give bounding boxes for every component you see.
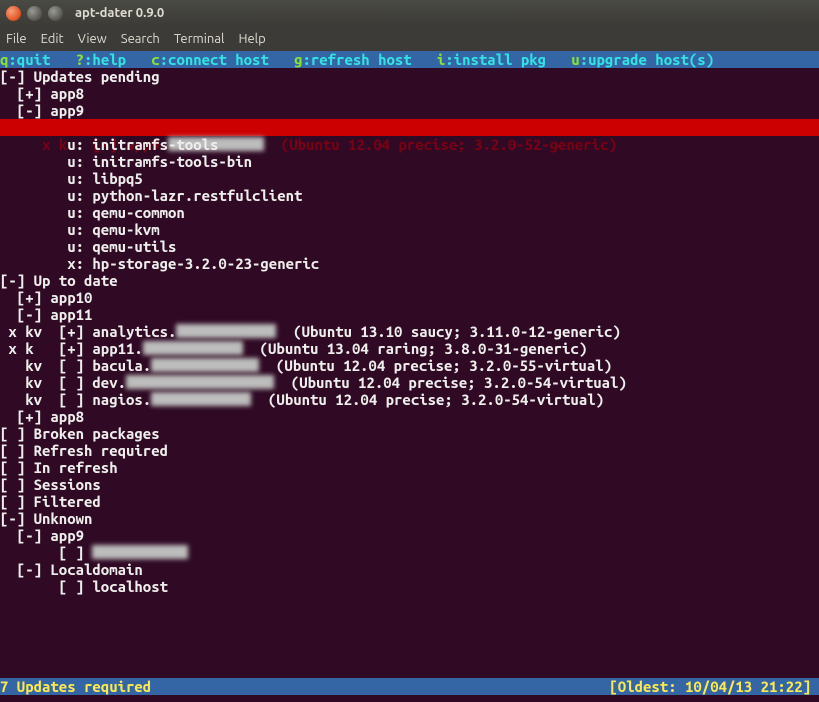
- status-left: 7 Updates required: [0, 678, 151, 695]
- tree-item-app10[interactable]: [+] app10: [0, 289, 819, 306]
- status-bar: 7 Updates required [Oldest: 10/04/13 21:…: [0, 678, 819, 695]
- group-filtered[interactable]: [ ] Filtered: [0, 493, 819, 510]
- pkg-row: x: hp-storage-3.2.0-23-generic: [0, 255, 819, 272]
- menu-edit[interactable]: Edit: [41, 32, 64, 46]
- tree-item-localdomain[interactable]: [-] Localdomain: [0, 561, 819, 578]
- host-row[interactable]: kv [ ] nagios. (Ubuntu 12.04 precise; 3.…: [0, 391, 819, 408]
- menu-view[interactable]: View: [78, 32, 107, 46]
- pkg-row: u: qemu-utils: [0, 238, 819, 255]
- pkg-row: u: python-lazr.restfulclient: [0, 187, 819, 204]
- tree-item-app8-b[interactable]: [+] app8: [0, 408, 819, 425]
- group-refresh-required[interactable]: [ ] Refresh required: [0, 442, 819, 459]
- menu-file[interactable]: File: [6, 32, 27, 46]
- shortcut-bar: q:quit ?:help c:connect host g:refresh h…: [0, 51, 819, 68]
- host-row[interactable]: kv [ ] bacula. (Ubuntu 12.04 precise; 3.…: [0, 357, 819, 374]
- pkg-row: u: initramfs-tools: [0, 136, 819, 153]
- group-broken[interactable]: [ ] Broken packages: [0, 425, 819, 442]
- window-minimize-button[interactable]: [27, 6, 42, 21]
- tree-item-localhost[interactable]: [ ] localhost: [0, 578, 819, 595]
- group-unknown[interactable]: [-] Unknown: [0, 510, 819, 527]
- host-row[interactable]: x kv [+] analytics. (Ubuntu 13.10 saucy;…: [0, 323, 819, 340]
- menu-search[interactable]: Search: [121, 32, 160, 46]
- pkg-row: u: qemu-kvm: [0, 221, 819, 238]
- pkg-row: u: qemu-common: [0, 204, 819, 221]
- menu-help[interactable]: Help: [238, 32, 265, 46]
- host-row[interactable]: x k [+] app11. (Ubuntu 13.04 raring; 3.8…: [0, 340, 819, 357]
- group-sessions[interactable]: [ ] Sessions: [0, 476, 819, 493]
- pkg-row: u: initramfs-tools-bin: [0, 153, 819, 170]
- window-maximize-button[interactable]: [48, 6, 63, 21]
- window-title: apt-dater 0.9.0: [75, 6, 164, 20]
- selected-host-row[interactable]: x k [-] app9. (Ubuntu 12.04 precise; 3.2…: [0, 119, 819, 136]
- host-row-unknown[interactable]: [ ]: [0, 544, 819, 561]
- group-updates-pending[interactable]: [-] Updates pending: [0, 68, 819, 85]
- window-close-button[interactable]: [6, 6, 21, 21]
- tree-item-app11[interactable]: [-] app11: [0, 306, 819, 323]
- status-right: [Oldest: 10/04/13 21:22]: [609, 678, 811, 695]
- terminal[interactable]: q:quit ?:help c:connect host g:refresh h…: [0, 51, 819, 702]
- tree-item-app9-b[interactable]: [-] app9: [0, 527, 819, 544]
- host-row[interactable]: kv [ ] dev. (Ubuntu 12.04 precise; 3.2.0…: [0, 374, 819, 391]
- group-up-to-date[interactable]: [-] Up to date: [0, 272, 819, 289]
- group-in-refresh[interactable]: [ ] In refresh: [0, 459, 819, 476]
- pkg-row: u: libpq5: [0, 170, 819, 187]
- tree-item-app9[interactable]: [-] app9: [0, 102, 819, 119]
- window-titlebar: apt-dater 0.9.0: [0, 0, 819, 26]
- menu-bar: File Edit View Search Terminal Help: [0, 26, 819, 51]
- menu-terminal[interactable]: Terminal: [174, 32, 225, 46]
- tree-item-app8[interactable]: [+] app8: [0, 85, 819, 102]
